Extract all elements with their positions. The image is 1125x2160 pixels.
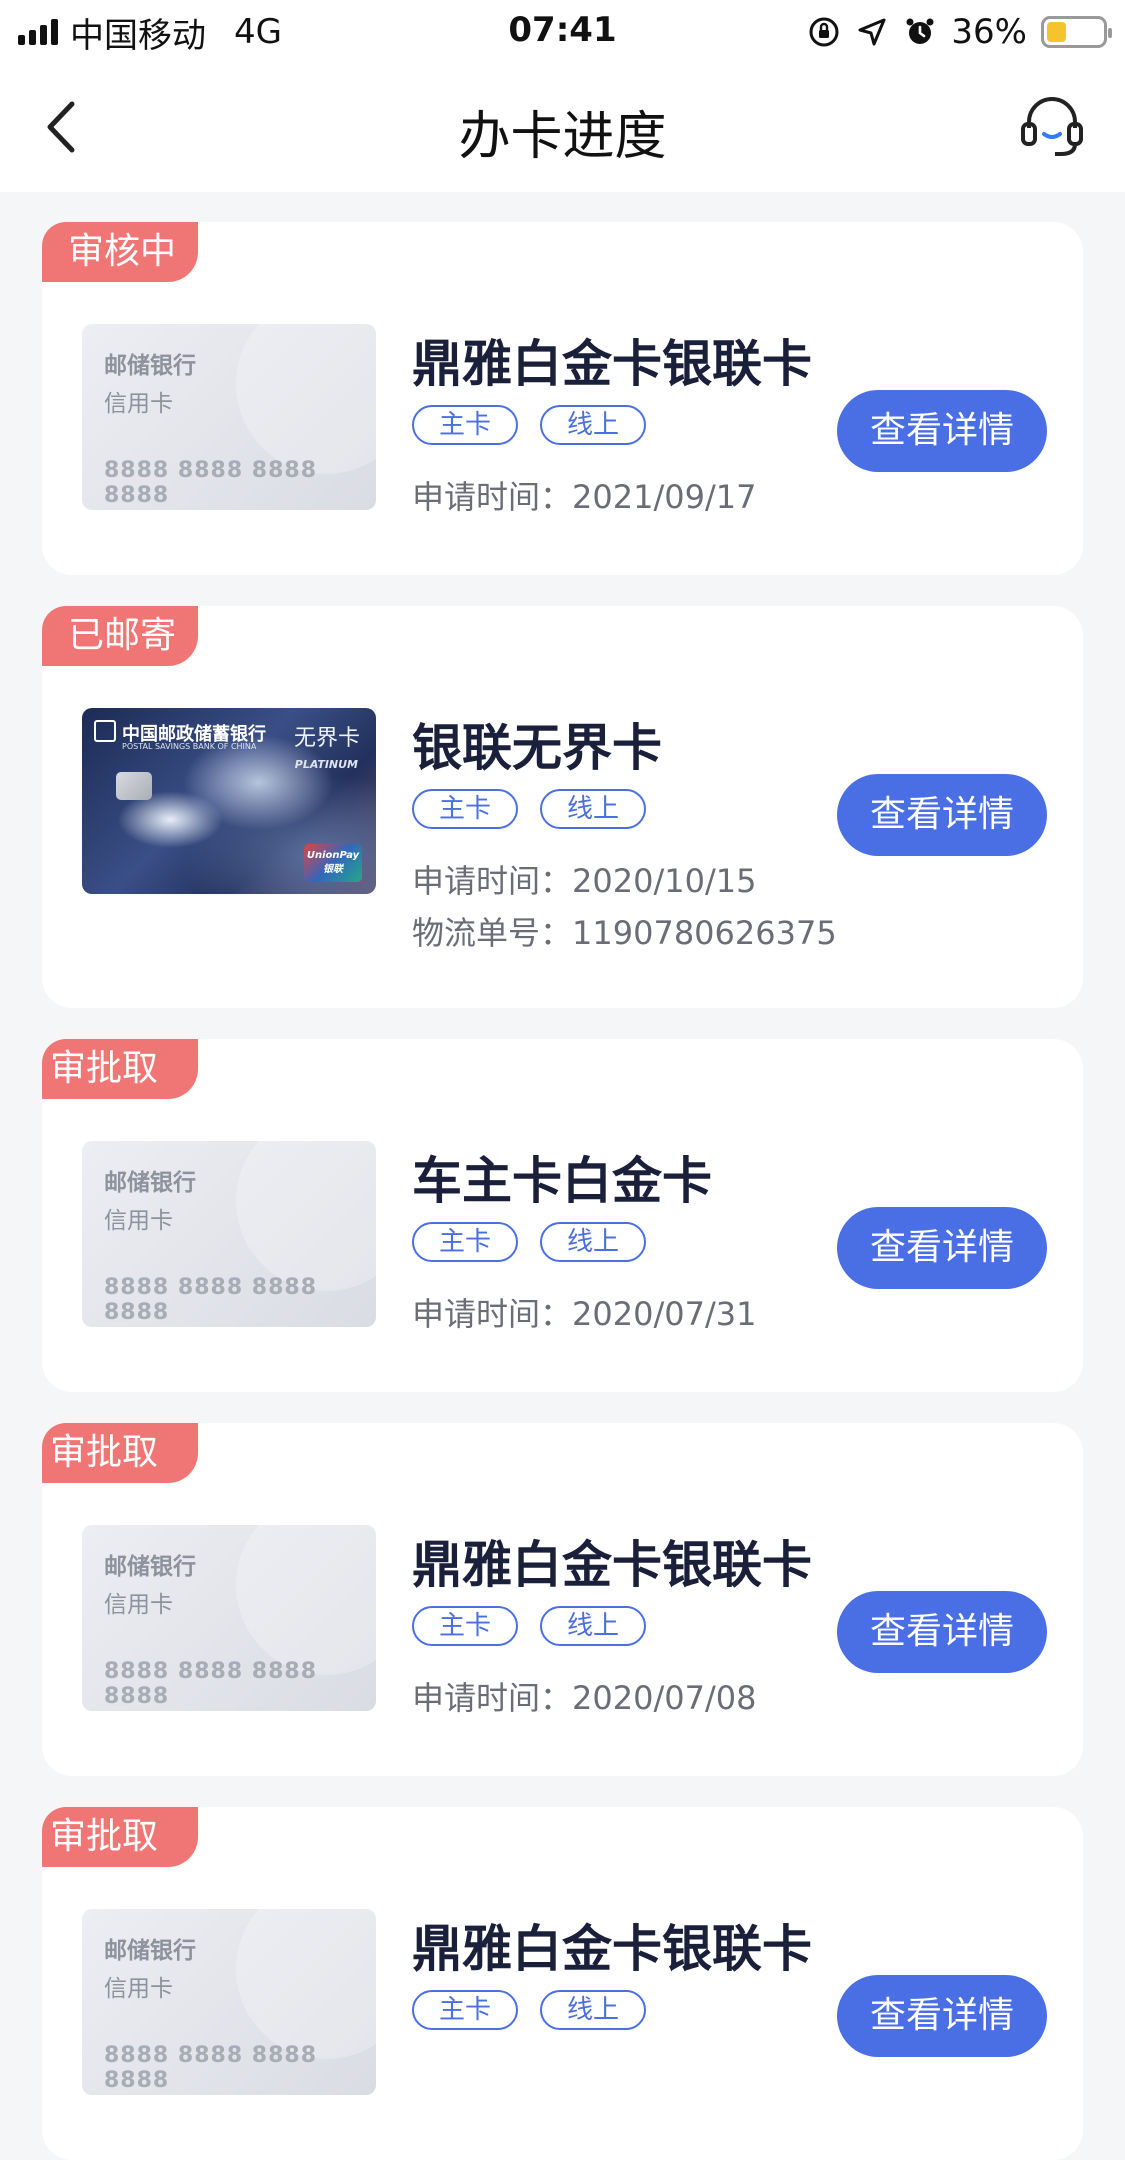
card-tags: 主卡 线上 bbox=[412, 789, 646, 829]
tag-online: 线上 bbox=[540, 405, 646, 445]
card-tags: 主卡 线上 bbox=[412, 405, 646, 445]
battery-icon bbox=[1041, 16, 1112, 48]
status-bar: 中国移动 4G 07:41 36% bbox=[0, 0, 1125, 64]
card-decoration bbox=[236, 1909, 376, 2059]
status-badge: 审核中 bbox=[42, 222, 198, 282]
tag-online: 线上 bbox=[540, 1222, 646, 1262]
card-bank-name: 邮储银行 bbox=[104, 1938, 196, 1964]
tag-primary-card: 主卡 bbox=[412, 1222, 518, 1262]
customer-service-button[interactable] bbox=[1017, 92, 1087, 162]
card-thumbnail: 邮储银行 信用卡 8888 8888 8888 8888 bbox=[82, 1909, 376, 2095]
view-details-button[interactable]: 查看详情 bbox=[837, 1591, 1047, 1673]
status-badge: 审批取消 bbox=[42, 1807, 198, 1917]
view-details-button[interactable]: 查看详情 bbox=[837, 774, 1047, 856]
apply-time-label: 申请时间： bbox=[412, 478, 573, 516]
card-art-name: 无界卡 bbox=[293, 726, 360, 751]
card-number: 8888 8888 8888 8888 bbox=[104, 1659, 318, 1709]
apply-time-value: 2021/09/17 bbox=[572, 478, 757, 516]
tag-primary-card: 主卡 bbox=[412, 1606, 518, 1646]
card-decoration bbox=[236, 324, 376, 474]
application-card: 审批取消 邮储银行 信用卡 8888 8888 8888 8888 鼎雅白金卡银… bbox=[42, 1807, 1083, 2160]
apply-time-value: 2020/10/15 bbox=[572, 862, 757, 900]
card-type-label: 信用卡 bbox=[104, 391, 173, 417]
location-icon bbox=[855, 15, 889, 49]
tracking-number: 物流单号：1190780626375 bbox=[412, 908, 837, 954]
card-type-label: 信用卡 bbox=[104, 1208, 173, 1234]
tag-primary-card: 主卡 bbox=[412, 789, 518, 829]
card-product-name: 车主卡白金卡 bbox=[412, 1152, 712, 1210]
apply-time: 申请时间：2020/10/15 bbox=[412, 856, 756, 902]
tag-online: 线上 bbox=[540, 789, 646, 829]
card-bank-name-en: POSTAL SAVINGS BANK OF CHINA bbox=[122, 742, 257, 751]
orientation-lock-icon bbox=[807, 15, 841, 49]
application-card: 审批取消 邮储银行 信用卡 8888 8888 8888 8888 车主卡白金卡… bbox=[42, 1039, 1083, 1392]
card-product-name: 鼎雅白金卡银联卡 bbox=[412, 1536, 812, 1594]
card-product-name: 银联无界卡 bbox=[412, 719, 662, 777]
card-type-label: 信用卡 bbox=[104, 1592, 173, 1618]
card-tags: 主卡 线上 bbox=[412, 1606, 646, 1646]
apply-time-label: 申请时间： bbox=[412, 1295, 573, 1333]
apply-time: 申请时间：2021/09/17 bbox=[412, 472, 756, 518]
card-number: 8888 8888 8888 8888 bbox=[104, 1275, 318, 1325]
card-thumbnail: 邮储银行 信用卡 8888 8888 8888 8888 bbox=[82, 324, 376, 510]
tag-online: 线上 bbox=[540, 1990, 646, 2030]
headset-icon bbox=[1021, 97, 1083, 156]
apply-time-label: 申请时间： bbox=[412, 862, 573, 900]
card-bank-name: 邮储银行 bbox=[104, 1554, 196, 1580]
apply-time-value: 2020/07/31 bbox=[572, 1295, 757, 1333]
chip-icon bbox=[116, 772, 152, 800]
card-thumbnail: 邮储银行 信用卡 8888 8888 8888 8888 bbox=[82, 1141, 376, 1327]
application-card: 审核中 邮储银行 信用卡 8888 8888 8888 8888 鼎雅白金卡银联… bbox=[42, 222, 1083, 575]
application-card: 已邮寄 中国邮政储蓄银行 POSTAL SAVINGS BANK OF CHIN… bbox=[42, 606, 1083, 1008]
battery-level bbox=[1047, 22, 1067, 42]
status-badge: 审批取消 bbox=[42, 1039, 198, 1149]
view-details-button[interactable]: 查看详情 bbox=[837, 1975, 1047, 2057]
card-bank-name: 邮储银行 bbox=[104, 353, 196, 379]
tag-online: 线上 bbox=[540, 1606, 646, 1646]
navigation-bar: 办卡进度 bbox=[0, 64, 1125, 192]
page-title: 办卡进度 bbox=[458, 107, 667, 167]
application-card: 审批取消 邮储银行 信用卡 8888 8888 8888 8888 鼎雅白金卡银… bbox=[42, 1423, 1083, 1776]
tag-primary-card: 主卡 bbox=[412, 1990, 518, 2030]
tracking-number-label: 物流单号： bbox=[412, 914, 573, 952]
card-tags: 主卡 线上 bbox=[412, 1222, 646, 1262]
status-bar-right: 36% bbox=[807, 10, 1112, 54]
apply-time: 申请时间：2020/07/08 bbox=[412, 1673, 756, 1719]
card-decoration bbox=[236, 1525, 376, 1675]
battery-percent: 36% bbox=[951, 12, 1027, 52]
tag-primary-card: 主卡 bbox=[412, 405, 518, 445]
alarm-icon bbox=[903, 15, 937, 49]
card-product-name: 鼎雅白金卡银联卡 bbox=[412, 1920, 812, 1978]
card-type-label: 信用卡 bbox=[104, 1976, 173, 2002]
card-thumbnail: 邮储银行 信用卡 8888 8888 8888 8888 bbox=[82, 1525, 376, 1711]
card-tags: 主卡 线上 bbox=[412, 1990, 646, 2030]
battery-tip bbox=[1108, 28, 1112, 38]
apply-time-label: 申请时间： bbox=[412, 1679, 573, 1717]
view-details-button[interactable]: 查看详情 bbox=[837, 390, 1047, 472]
card-tier: PLATINUM bbox=[294, 758, 358, 771]
card-number: 8888 8888 8888 8888 bbox=[104, 458, 318, 508]
card-decoration bbox=[236, 1141, 376, 1291]
view-details-button[interactable]: 查看详情 bbox=[837, 1207, 1047, 1289]
card-number: 8888 8888 8888 8888 bbox=[104, 2043, 318, 2093]
status-badge: 审批取消 bbox=[42, 1423, 198, 1533]
bank-logo-icon bbox=[94, 720, 116, 742]
apply-time: 申请时间：2020/07/31 bbox=[412, 1289, 756, 1335]
tracking-number-value: 1190780626375 bbox=[572, 914, 837, 952]
card-product-name: 鼎雅白金卡银联卡 bbox=[412, 335, 812, 393]
card-bank-name: 邮储银行 bbox=[104, 1170, 196, 1196]
card-thumbnail: 中国邮政储蓄银行 POSTAL SAVINGS BANK OF CHINA 无界… bbox=[82, 708, 376, 894]
unionpay-logo: UnionPay 银联 bbox=[304, 844, 362, 882]
apply-time-value: 2020/07/08 bbox=[572, 1679, 757, 1717]
status-badge: 已邮寄 bbox=[42, 606, 198, 666]
